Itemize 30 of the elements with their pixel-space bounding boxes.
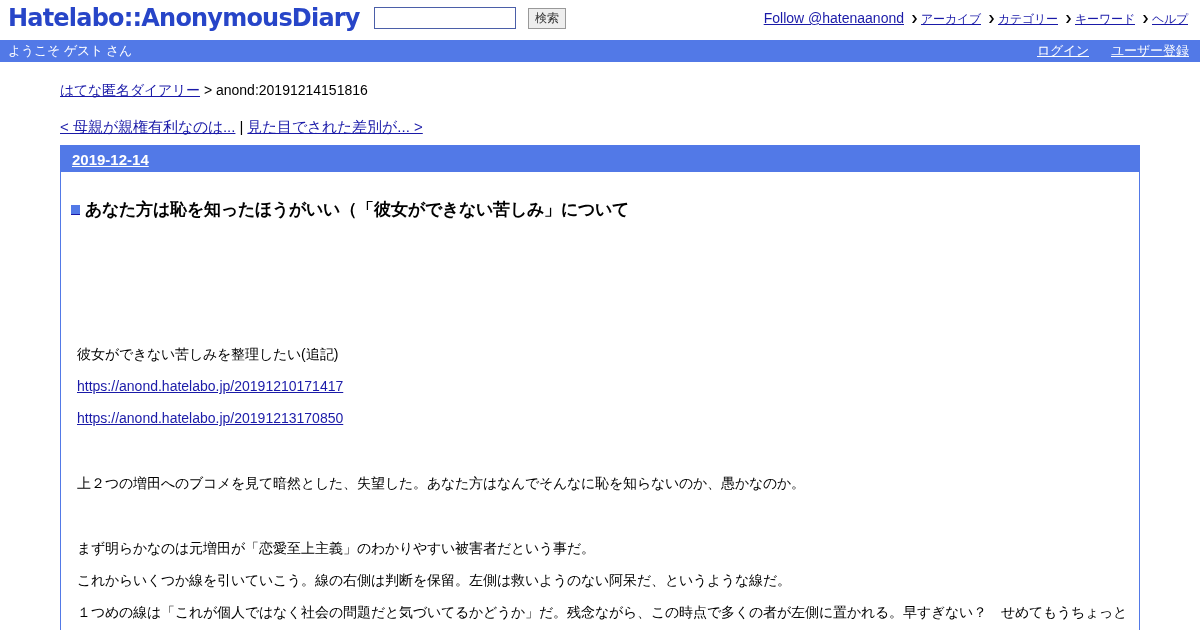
breadcrumb-link[interactable]: はてな匿名ダイアリー [60, 82, 200, 98]
paragraph: まず明らかなのは元増田が「恋愛至上主義」のわかりやすい被害者だという事だ。 [77, 540, 596, 557]
breadcrumb-current: > anond:20191214151816 [203, 82, 368, 98]
nav-link[interactable]: ヘルプ [1152, 10, 1188, 28]
square-icon[interactable] [71, 204, 80, 215]
nav-link[interactable]: カテゴリー [998, 10, 1058, 28]
url-link[interactable]: https://anond.hatelabo.jp/20191210171417 [77, 378, 344, 394]
paragraph: 上２つの増田へのブコメを見て暗然とした、失望した。あなた方はなんでそんなに恥を知らないのか、愚かなのか。 [77, 475, 806, 492]
site-logo[interactable]: Hatelabo::AnonymousDiary [8, 4, 360, 32]
url-link[interactable]: https://anond.hatelabo.jp/20191213170850 [77, 410, 344, 426]
chevron-icon [989, 15, 995, 23]
paragraph: これからいくつか線を引いていこう。線の右側は判断を保留。左側は救いようのない阿呆だ、というような線だ。 [77, 572, 792, 589]
nav-link[interactable]: アーカイブ [921, 10, 981, 28]
chevron-icon [1066, 15, 1072, 23]
entry-date-link[interactable]: 2019-12-14 [72, 150, 149, 168]
entry-title: あなた方は恥を知ったほうがいい（「彼女ができない苦しみ」について [85, 199, 629, 221]
previous-entry-link[interactable]: < 母親が親権有利なのは... [60, 118, 236, 137]
pager-separator: | [239, 118, 244, 137]
account-link[interactable]: ログイン [1037, 42, 1089, 60]
paragraph: 彼女ができない苦しみを整理したい(追記) [77, 346, 340, 363]
account-link[interactable]: ユーザー登録 [1111, 42, 1189, 60]
welcome-text: ようこそ ゲスト さん [8, 42, 133, 60]
chevron-icon [912, 15, 918, 23]
follow-link[interactable]: Follow @hatenaanond [763, 10, 904, 26]
search-field[interactable] [373, 7, 516, 29]
chevron-icon [1143, 15, 1149, 23]
nav-link[interactable]: キーワード [1075, 10, 1135, 28]
next-entry-link[interactable]: 見た目でされた差別が... > [247, 118, 423, 137]
search-button[interactable]: 検索 [527, 7, 566, 29]
paragraph: １つめの線は「これが個人ではなく社会の問題だと気づいてるかどうか」だ。残念ながら、この時点で多くの者が左側に置かれる。早すぎない？ せめてもうちょっと [77, 604, 1123, 621]
